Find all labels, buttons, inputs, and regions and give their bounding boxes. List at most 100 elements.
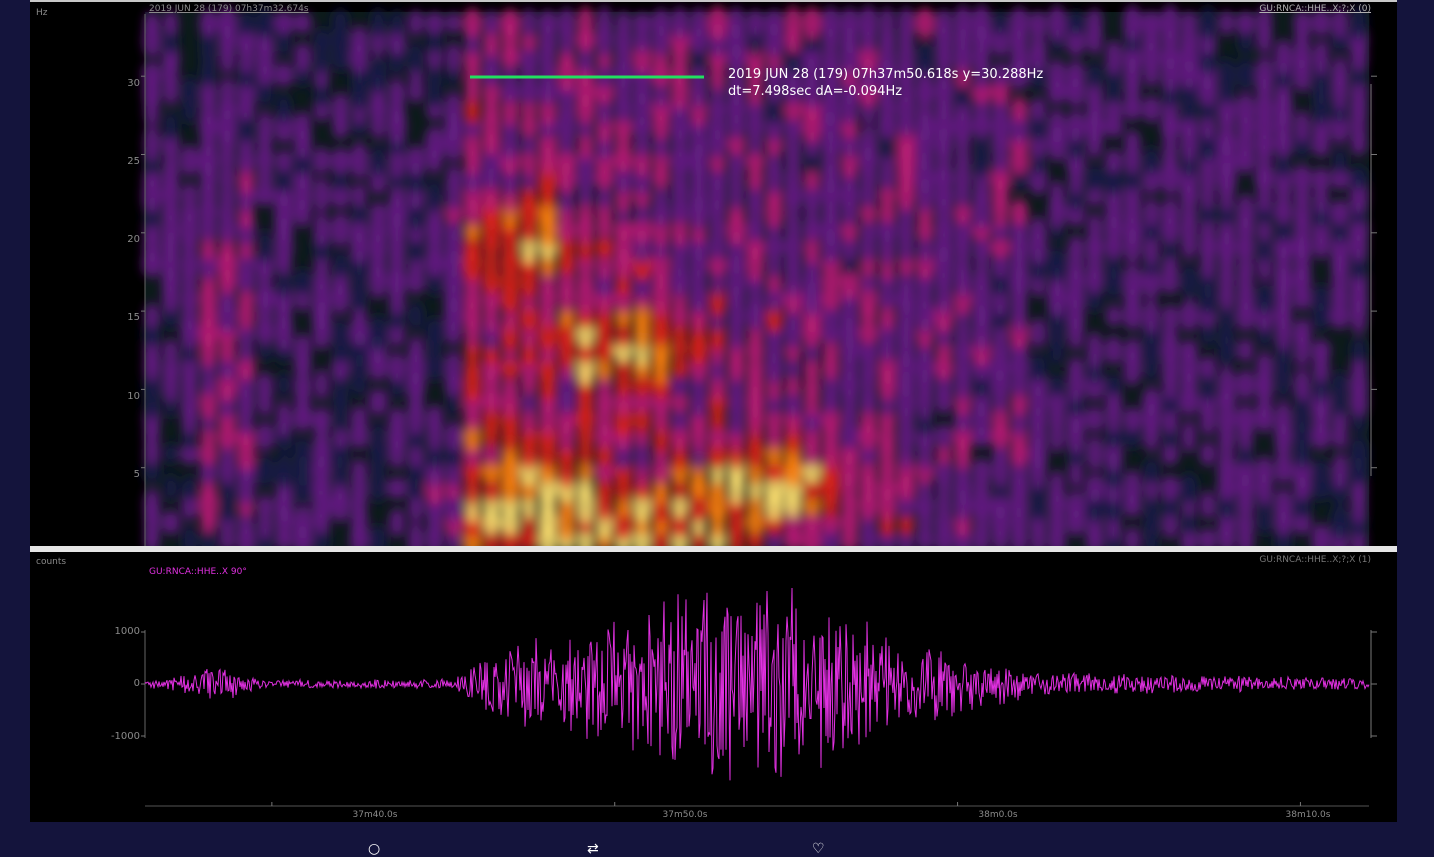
energy-blob: [483, 9, 499, 37]
waveform-panel[interactable]: counts GU:RNCA::HHE..X;?;X (1) GU:RNCA::…: [30, 552, 1397, 822]
energy-blob: [1274, 487, 1293, 523]
waveform-ytick-label: 1000: [114, 626, 140, 637]
energy-blob: [1217, 366, 1236, 404]
energy-blob: [1086, 435, 1103, 473]
energy-blob: [446, 11, 462, 35]
energy-blob: [274, 62, 294, 87]
energy-blob: [370, 201, 386, 224]
energy-blob: [1331, 370, 1348, 400]
energy-blob: [332, 92, 349, 126]
energy-blob: [1179, 299, 1199, 333]
energy-blob: [407, 301, 424, 331]
energy-blob: [521, 7, 537, 39]
energy-blob: [500, 8, 521, 38]
energy-blob: [257, 371, 273, 398]
energy-blob: [1068, 356, 1084, 379]
energy-blob: [1160, 4, 1180, 42]
energy-blob: [293, 333, 312, 367]
energy-blob: [538, 9, 558, 37]
energy-blob: [408, 335, 424, 365]
energy-blob: [445, 349, 462, 385]
energy-blob: [1123, 4, 1142, 42]
energy-blob: [1010, 198, 1029, 227]
energy-blob: [1048, 108, 1066, 145]
energy-blob: [294, 42, 312, 73]
energy-blob: [275, 452, 293, 490]
energy-blob: [1350, 337, 1367, 364]
comment-icon[interactable]: ○: [368, 842, 386, 856]
energy-blob: [690, 6, 707, 40]
energy-blob: [632, 11, 652, 35]
energy-blob: [1331, 55, 1348, 94]
energy-blob: [426, 404, 444, 434]
energy-blob: [1312, 283, 1330, 314]
energy-blob: [1029, 10, 1047, 36]
energy-blob: [219, 76, 236, 107]
energy-blob: [424, 125, 445, 162]
energy-blob: [652, 7, 670, 39]
energy-blob: [180, 75, 199, 109]
energy-blob: [1181, 419, 1197, 454]
energy-blob: [1047, 245, 1067, 283]
energy-blob: [1141, 10, 1162, 36]
energy-blob: [1255, 282, 1274, 315]
energy-blob: [1330, 199, 1350, 226]
energy-blob: [1123, 406, 1142, 432]
energy-blob: [785, 5, 801, 41]
energy-blob: [463, 7, 482, 39]
energy-blob: [935, 8, 952, 38]
energy-blob: [1143, 146, 1160, 176]
cursor-readout-line1: 2019 JUN 28 (179) 07h37m50.618s y=30.288…: [728, 67, 1044, 82]
energy-blob: [1349, 165, 1368, 191]
energy-blob: [1143, 197, 1160, 228]
energy-blob: [408, 9, 424, 37]
heart-icon[interactable]: ♡: [812, 842, 830, 856]
energy-blob: [597, 4, 612, 42]
ytick-label: 30: [127, 78, 140, 89]
energy-blob: [1087, 7, 1103, 39]
xtick-label: 37m50.0s: [662, 810, 708, 820]
energy-blob: [237, 10, 255, 36]
retweet-icon[interactable]: ⇄: [587, 842, 605, 856]
energy-blob: [144, 11, 160, 35]
energy-blob: [1236, 58, 1256, 92]
energy-blob: [370, 143, 386, 179]
energy-blob: [1029, 97, 1047, 121]
energy-blob: [371, 419, 386, 454]
waveform-plot[interactable]: [30, 552, 1397, 822]
waveform-yunit: counts: [36, 557, 67, 567]
energy-blob: [1313, 166, 1329, 190]
spectrogram-plot[interactable]: [30, 2, 1397, 548]
waveform-trace[interactable]: [144, 587, 1370, 781]
spectrogram-channel-label: GU:RNCA::HHE..X;?;X (0): [1259, 4, 1371, 14]
energy-blob: [971, 3, 992, 42]
energy-blob: [1199, 355, 1217, 380]
energy-blob: [293, 11, 312, 34]
energy-blob: [312, 27, 331, 53]
energy-blob: [427, 177, 442, 214]
energy-blob: [577, 5, 594, 41]
energy-blob: [1123, 264, 1142, 299]
energy-blob: [1104, 373, 1123, 396]
energy-blob: [1124, 129, 1141, 158]
energy-blob: [859, 4, 878, 42]
energy-blob: [163, 442, 179, 465]
energy-blob: [388, 351, 406, 384]
energy-blob: [1047, 4, 1067, 42]
xtick-label: 38m0.0s: [978, 810, 1018, 820]
energy-blob: [1256, 55, 1273, 94]
energy-blob: [821, 5, 840, 41]
energy-blob: [408, 40, 424, 75]
ytick-label: 5: [133, 469, 140, 480]
energy-blob: [1142, 457, 1161, 484]
spectrogram-panel[interactable]: Hz 2019 JUN 28 (179) 07h37m32.674s GU:RN…: [30, 0, 1397, 548]
energy-blob: [331, 318, 350, 348]
energy-blob: [728, 6, 745, 40]
energy-blob: [276, 370, 291, 399]
energy-blob: [387, 476, 407, 500]
energy-blob: [1236, 369, 1255, 401]
energy-blob: [180, 144, 200, 177]
energy-blob: [351, 25, 368, 55]
energy-blob: [1198, 5, 1217, 41]
energy-blob: [1085, 164, 1105, 192]
